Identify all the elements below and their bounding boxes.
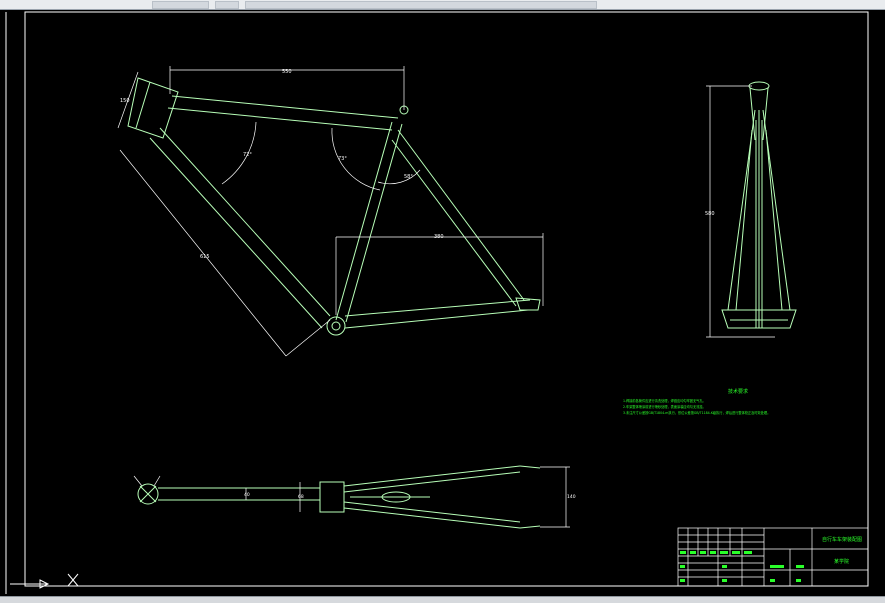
side-view-dimension-labels: 550 150 615 380 72° 73° 58° [120, 69, 444, 260]
dim-angle-seat: 73° [338, 156, 347, 162]
cad-drawing: 550 150 615 380 72° 73° 58° 580 140 40 6… [5, 11, 869, 594]
notes-title: 技术要求 [728, 388, 748, 395]
dim-angle-head: 72° [243, 152, 252, 158]
top-toolbar [0, 0, 885, 10]
toolbar-button[interactable] [152, 1, 209, 9]
dim-seat-stay-span: 380 [434, 234, 444, 240]
top-view-frame [137, 465, 541, 529]
technical-notes: 技术要求 1.焊接前各管件应进行清洗处理，焊缝应均匀牢固无气孔。 2.车架整体喷… [623, 388, 770, 415]
notes-line-1: 1.焊接前各管件应进行清洗处理，焊缝应均匀牢固无气孔。 [623, 398, 706, 403]
dim-head-tube: 150 [120, 98, 130, 104]
side-view-frame [127, 77, 541, 336]
notes-line-2: 2.车架整体喷涂前进行喷砂处理，表面涂装应均匀无流挂。 [623, 404, 706, 409]
dim-front-height: 580 [705, 211, 715, 217]
command-field[interactable] [245, 1, 597, 9]
dim-top-tube: 550 [282, 69, 292, 75]
company-name: 某学院 [834, 558, 849, 565]
front-view-frame [721, 81, 797, 329]
dim-down-tube: 615 [200, 254, 210, 260]
dim-bottom-hub: 40 [244, 492, 250, 498]
drawing-border [24, 11, 869, 587]
notes-line-3: 3.未注尺寸公差按GB/T1804-m执行，形位公差按GB/T1184-K级执行… [623, 410, 770, 415]
drawing-canvas[interactable]: 550 150 615 380 72° 73° 58° 580 140 40 6… [0, 10, 885, 598]
dim-bottom-bb: 68 [298, 494, 304, 500]
toolbar-button[interactable] [215, 1, 239, 9]
dim-seat-angle-b: 58° [404, 174, 413, 180]
dim-bottom-width: 140 [567, 494, 576, 500]
drawing-title: 自行车车架装配图 [822, 536, 862, 543]
